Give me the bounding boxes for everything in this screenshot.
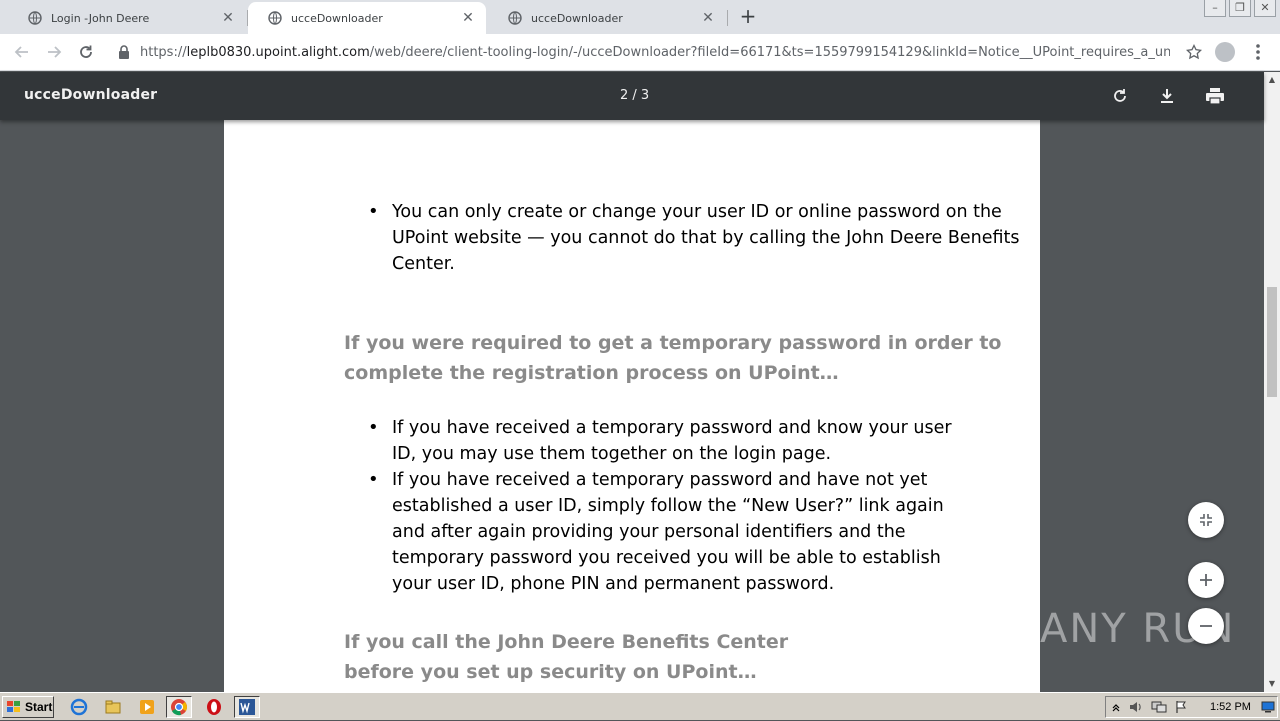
section-heading-benefits-center: If you call the John Deere Benefits Cent…: [344, 627, 1004, 687]
zoom-out-button[interactable]: [1188, 608, 1224, 644]
word-icon: [239, 699, 255, 715]
bullet-list-2: If you have received a temporary passwor…: [368, 415, 972, 597]
chevron-up-icon[interactable]: [1111, 701, 1121, 713]
opera-icon[interactable]: [205, 698, 223, 716]
scroll-up-icon[interactable]: ▲: [1268, 76, 1276, 84]
scroll-down-icon[interactable]: ▼: [1268, 680, 1276, 688]
list-item: You can only create or change your user …: [368, 199, 1022, 277]
globe-icon: [508, 11, 522, 25]
close-icon[interactable]: ✕: [460, 10, 476, 26]
system-tray: 1:52 PM: [1105, 696, 1278, 718]
heading-line: complete the registration process on UPo…: [344, 362, 839, 384]
start-label: Start: [25, 700, 53, 714]
back-button[interactable]: [10, 40, 34, 64]
volume-icon[interactable]: [1128, 700, 1144, 714]
fit-page-icon: [1200, 514, 1212, 526]
heading-line: If you were required to get a temporary …: [344, 332, 1002, 354]
print-icon: [1206, 88, 1224, 105]
section-heading-temporary-password: If you were required to get a temporary …: [344, 328, 1004, 388]
scrollbar-thumb[interactable]: [1267, 287, 1277, 397]
close-icon[interactable]: ✕: [220, 10, 236, 26]
pdf-title: ucceDownloader: [24, 87, 158, 103]
browser-toolbar: https://leplb0830.upoint.alight.com/web/…: [0, 34, 1280, 71]
back-arrow-icon: [14, 46, 28, 58]
lock-icon: [119, 45, 129, 59]
bullet-list-1: You can only create or change your user …: [368, 199, 1022, 277]
url-path: /web/deere/client-tooling-login/-/ucceDo…: [369, 44, 1170, 60]
fit-page-button[interactable]: [1188, 502, 1224, 538]
forward-button[interactable]: [42, 40, 66, 64]
url-host: leplb0830.upoint.alight.com: [186, 44, 370, 60]
media-player-icon[interactable]: [138, 698, 156, 716]
avatar-icon[interactable]: [1215, 42, 1235, 62]
print-button[interactable]: [1203, 84, 1227, 108]
globe-icon: [268, 11, 282, 25]
zoom-in-button[interactable]: [1188, 562, 1224, 598]
star-icon[interactable]: [1186, 44, 1202, 60]
url-text: https://leplb0830.upoint.alight.com/web/…: [140, 45, 1170, 60]
tab-title: ucceDownloader: [291, 11, 383, 25]
chrome-icon: [171, 699, 187, 716]
tab-ucce-downloader-active[interactable]: ucceDownloader ✕: [248, 2, 486, 34]
tab-strip: Login -John Deere ✕ ucceDownloader ✕ ucc…: [0, 0, 1280, 34]
network-icon[interactable]: [1151, 700, 1167, 714]
vertical-scrollbar[interactable]: ▲ ▼: [1264, 72, 1280, 692]
new-tab-button[interactable]: +: [737, 5, 759, 27]
chrome-taskbar-button[interactable]: [166, 696, 192, 718]
taskbar: Start 1:52 PM: [0, 692, 1280, 720]
rotate-button[interactable]: [1108, 84, 1132, 108]
tab-title: ucceDownloader: [531, 11, 623, 25]
heading-line: If you call the John Deere Benefits Cent…: [344, 631, 789, 653]
download-icon: [1161, 89, 1173, 103]
pdf-toolbar: ucceDownloader 2 / 3: [0, 72, 1264, 120]
internet-explorer-icon[interactable]: [70, 698, 88, 716]
kebab-menu-icon[interactable]: [1250, 42, 1266, 62]
minimize-button[interactable]: –: [1204, 0, 1226, 17]
window-controls: – ❐ ✕: [1201, 0, 1276, 17]
close-window-button[interactable]: ✕: [1254, 0, 1276, 17]
tab-title: Login -John Deere: [51, 11, 150, 25]
heading-line: before you set up security on UPoint…: [344, 661, 757, 683]
folder-icon[interactable]: [104, 698, 122, 716]
tab-separator: [727, 10, 728, 26]
tab-ucce-downloader[interactable]: ucceDownloader ✕: [488, 2, 726, 34]
windows-flag-icon: [7, 701, 20, 712]
list-item: If you have received a temporary passwor…: [368, 467, 972, 597]
pdf-page: You can only create or change your user …: [224, 120, 1040, 692]
zoom-out-icon: [1200, 625, 1212, 627]
start-button[interactable]: Start: [2, 696, 54, 718]
globe-icon: [28, 11, 42, 25]
address-bar[interactable]: https://leplb0830.upoint.alight.com/web/…: [112, 39, 1204, 65]
forward-arrow-icon: [48, 46, 62, 58]
close-icon[interactable]: ✕: [700, 10, 716, 26]
restore-button[interactable]: ❐: [1229, 0, 1251, 17]
clock: 1:52 PM: [1210, 701, 1251, 713]
reload-icon: [80, 45, 92, 58]
desktop-icon[interactable]: [1261, 701, 1275, 713]
list-item: If you have received a temporary passwor…: [368, 415, 972, 467]
rotate-icon: [1114, 89, 1126, 102]
url-scheme: https://: [140, 44, 187, 60]
tab-login-john-deere[interactable]: Login -John Deere ✕: [8, 2, 246, 34]
page-indicator: 2 / 3: [620, 88, 650, 103]
reload-button[interactable]: [74, 40, 98, 64]
word-taskbar-button[interactable]: [234, 696, 260, 718]
download-button[interactable]: [1155, 84, 1179, 108]
zoom-in-icon: [1200, 574, 1212, 586]
flag-icon[interactable]: [1174, 700, 1188, 714]
